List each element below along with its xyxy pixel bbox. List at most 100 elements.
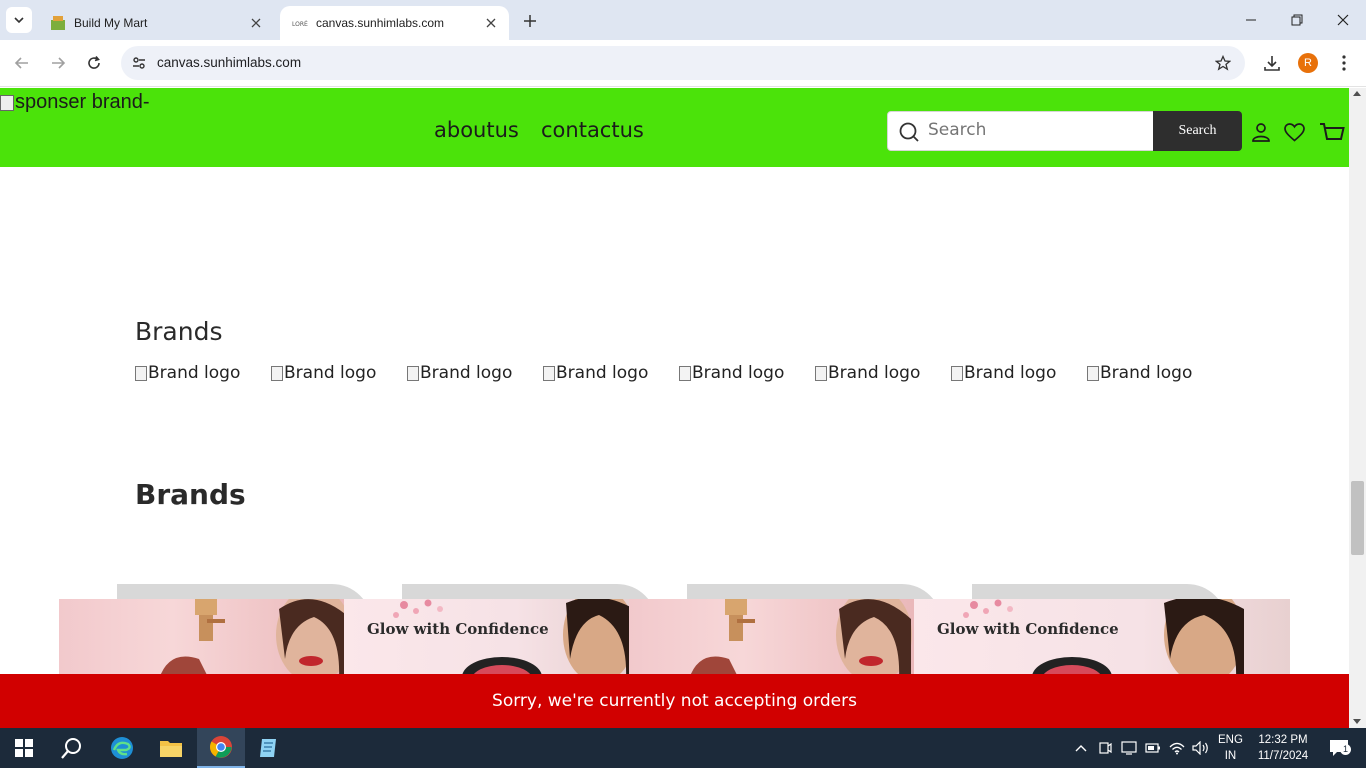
broken-image-icon [135,365,147,381]
downloads-button[interactable] [1259,50,1285,76]
lipstick-banner[interactable] [59,599,344,679]
search-bar: Search [887,111,1242,151]
cart-icon[interactable] [1318,120,1346,144]
glow-banner[interactable]: Glow with Confidence [914,599,1290,679]
brand-logo[interactable]: Brand logo [407,363,543,383]
bookmark-star-icon[interactable] [1213,53,1233,73]
search-button[interactable]: Search [1153,111,1242,151]
nav-link-aboutus[interactable]: aboutus [434,118,519,142]
close-window-button[interactable] [1320,0,1366,40]
tab-title: canvas.sunhimlabs.com [316,16,445,30]
sponsor-logo[interactable]: sponser brand- [0,91,150,114]
wifi-icon[interactable] [1167,738,1187,758]
taskbar-notepad[interactable] [245,728,293,768]
edge-icon [111,737,133,759]
tab-strip: Build My Mart LORÉAL canvas.sunhimlabs.c… [0,0,1366,40]
broken-image-icon [951,365,963,381]
broken-image-icon [815,365,827,381]
glow-illustration [393,599,629,679]
taskbar-edge[interactable] [98,728,146,768]
brand-logo-alt: Brand logo [964,363,1057,383]
brand-logo-alt: Brand logo [692,363,785,383]
tab-build-my-mart[interactable]: Build My Mart [38,6,274,40]
reload-icon [88,55,100,69]
brand-logo[interactable]: Brand logo [815,363,951,383]
site-info-icon[interactable] [129,53,149,73]
notification-center-button[interactable]: 1 [1324,738,1354,758]
brand-logo[interactable]: Brand logo [271,363,407,383]
brand-logo[interactable]: Brand logo [1087,363,1223,383]
tab-search-button[interactable] [6,7,32,33]
more-vertical-icon [1342,55,1346,71]
restore-icon [1291,14,1303,26]
meet-now-icon[interactable] [1095,738,1115,758]
loreal-favicon: LORÉAL [292,15,308,31]
broken-image-icon [679,365,691,381]
close-icon[interactable] [481,13,501,33]
build-my-mart-favicon [50,15,66,31]
volume-icon[interactable] [1191,738,1211,758]
brand-logo[interactable]: Brand logo [679,363,815,383]
address-bar[interactable]: canvas.sunhimlabs.com [121,46,1245,80]
brand-logo-alt: Brand logo [420,363,513,383]
taskbar-clock[interactable]: 12:32 PM 11/7/2024 [1254,732,1312,764]
clock-time: 12:32 PM [1258,734,1308,746]
minimize-button[interactable] [1228,0,1274,40]
minimize-icon [1246,19,1256,21]
browser-toolbar: canvas.sunhimlabs.com R [0,40,1366,87]
battery-icon[interactable] [1143,738,1163,758]
brand-logo-alt: Brand logo [148,363,241,383]
notice-text: Sorry, we're currently not accepting ord… [492,691,857,711]
connect-icon[interactable] [1119,738,1139,758]
show-hidden-icons[interactable] [1071,738,1091,758]
section-title-brands: Brands [135,478,246,511]
url-text: canvas.sunhimlabs.com [157,55,302,70]
arrow-right-icon [52,57,66,69]
brand-logo[interactable]: Brand logo [135,363,271,383]
scroll-up-arrow-icon[interactable] [1353,91,1361,96]
glow-banner[interactable]: Glow with Confidence [344,599,629,679]
banner-headline: Glow with Confidence [367,620,549,638]
tab-canvas[interactable]: LORÉAL canvas.sunhimlabs.com [280,6,509,40]
restore-button[interactable] [1274,0,1320,40]
browser-menu-button[interactable] [1331,50,1357,76]
brand-logo[interactable]: Brand logo [543,363,679,383]
taskbar-chrome[interactable] [197,728,245,768]
taskbar-search-button[interactable] [48,728,96,768]
sponsor-alt-text: sponser brand- [15,91,150,113]
banner-headline: Glow with Confidence [937,620,1119,638]
search-input[interactable] [928,120,1148,140]
section-title-brands: Brands [135,317,223,346]
scroll-down-arrow-icon[interactable] [1353,719,1361,724]
lipstick-illustration [159,599,344,679]
chrome-icon [210,736,232,758]
tab-title: Build My Mart [74,16,148,30]
brand-logo-alt: Brand logo [828,363,921,383]
broken-image-icon [1087,365,1099,381]
reload-button[interactable] [80,49,108,77]
search-icon [61,738,81,759]
forward-button[interactable] [44,49,72,77]
page-scrollbar[interactable] [1349,88,1366,728]
new-tab-button[interactable] [518,9,542,33]
profile-button[interactable]: R [1295,50,1321,76]
page-viewport: sponser brand- aboutus contactus Search … [0,88,1349,728]
download-icon [1264,56,1280,71]
scrollbar-thumb[interactable] [1351,481,1364,555]
account-icon[interactable] [1249,120,1273,144]
windows-icon [15,739,33,757]
folder-icon [160,741,182,757]
back-button[interactable] [8,49,36,77]
start-button[interactable] [0,728,48,768]
taskbar-file-explorer[interactable] [147,728,195,768]
lipstick-illustration [689,599,912,679]
nav-link-contactus[interactable]: contactus [541,118,644,142]
orders-closed-notice: Sorry, we're currently not accepting ord… [0,674,1349,728]
language-code: ENG [1218,734,1243,746]
brand-logo[interactable]: Brand logo [951,363,1087,383]
taskbar: ENG IN 12:32 PM 11/7/2024 1 [0,728,1366,768]
close-icon[interactable] [246,13,266,33]
heart-icon[interactable] [1282,120,1306,144]
language-indicator[interactable]: ENG IN [1218,732,1243,764]
lipstick-banner[interactable] [629,599,914,679]
